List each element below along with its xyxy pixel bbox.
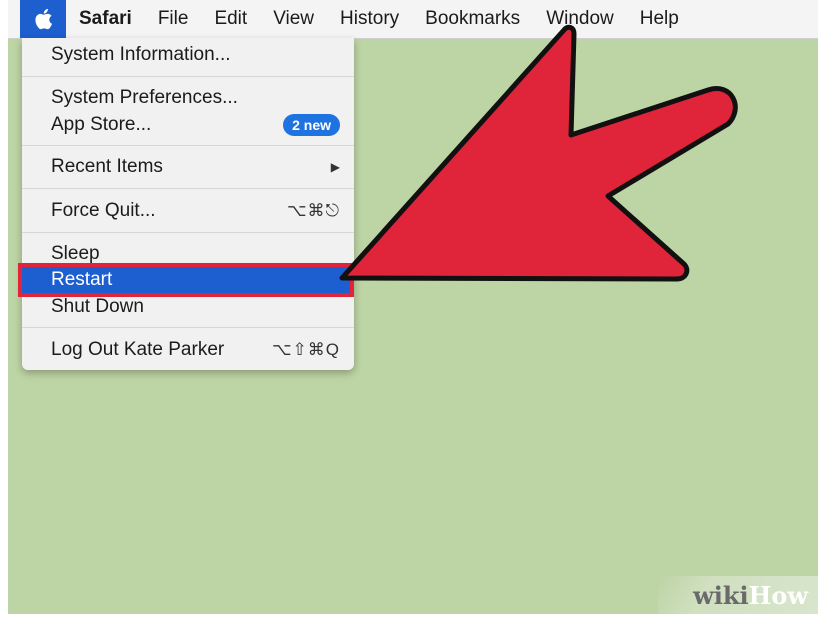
- watermark-wiki-text: wiki: [693, 580, 749, 610]
- screenshot-frame: Safari File Edit View History Bookmarks …: [8, 0, 818, 614]
- wikihow-watermark: wiki How: [658, 576, 818, 614]
- watermark-how-text: How: [748, 580, 808, 610]
- pointer-arrow-annotation: [339, 24, 738, 282]
